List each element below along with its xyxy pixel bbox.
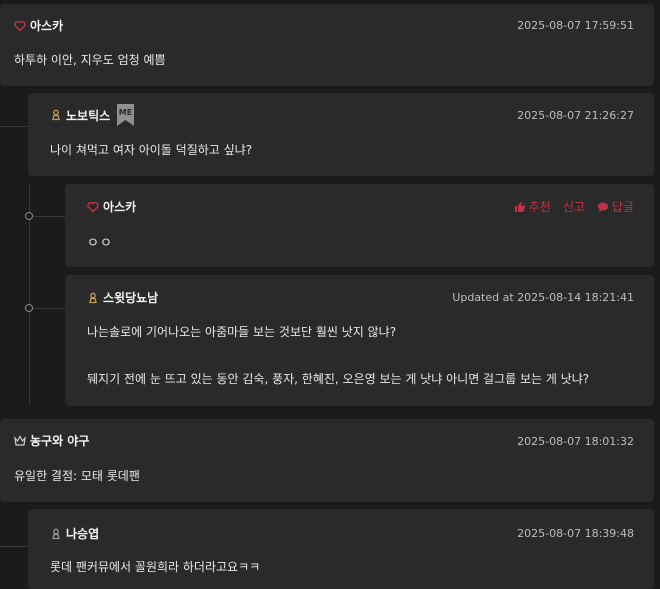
thread-node [25,304,33,312]
comment-date: Updated at 2025-08-14 18:21:41 [452,291,634,304]
author-name: 스윗당뇨남 [103,291,159,305]
heart-icon [87,201,99,212]
comment-author[interactable]: 스윗당뇨남 [87,289,158,306]
comment-card: 아스카 추천 신고 답글 ㅇㅇ [65,184,654,267]
pawn-icon [52,528,60,539]
thread-node [25,212,33,220]
me-badge-icon: ME [117,104,135,126]
author-name: 농구와 야구 [30,434,90,448]
crown-icon [14,434,26,446]
pawn-icon [52,109,60,121]
comment-text: 하투하 이안, 지우도 엄청 예쁨 [14,53,166,67]
comment-actions: 추천 신고 답글 [514,198,634,215]
comment-card: 노보틱스 ME 2025-08-07 21:26:27 나이 쳐먹고 여자 아이… [28,93,654,176]
report-button[interactable]: 신고 [563,198,585,215]
comment-text: 나이 쳐먹고 여자 아이돌 덕질하고 싶냐? [50,143,253,157]
author-name: 아스카 [30,19,64,33]
comment-text: 유일한 결점: 모태 롯데팬 [14,469,140,483]
report-label: 신고 [562,200,585,214]
heart-icon [14,20,26,31]
comment-author[interactable]: 나승엽 [50,525,99,542]
comment-card: 아스카 2025-08-07 17:59:51 하투하 이안, 지우도 엄청 예… [0,4,654,86]
comment-text: ㅇㅇ [87,236,113,251]
recommend-label: 추천 [528,200,551,214]
comment-date: 2025-08-07 17:59:51 [517,19,634,32]
comment-text: 뒈지기 전에 눈 뜨고 있는 동안 김숙, 풍자, 한혜진, 오은영 보는 게 … [87,372,590,386]
author-name: 노보틱스 [66,108,111,123]
author-name: 나승엽 [66,527,100,541]
thread-line [0,126,28,127]
speech-bubble-icon [597,202,608,212]
comment-text: 롯데 팬커뮤에서 꼴원희라 하더라고요ㅋㅋ [50,560,261,574]
comment-card: 스윗당뇨남 Updated at 2025-08-14 18:21:41 나는솔… [65,275,654,406]
comment-author[interactable]: 아스카 [87,198,136,215]
comment-card: 나승엽 2025-08-07 18:39:48 롯데 팬커뮤에서 꼴원희라 하더… [28,509,654,589]
comment-date: 2025-08-07 21:26:27 [517,109,634,122]
comment-date: 2025-08-07 18:01:32 [517,435,634,448]
thread-line [33,216,65,217]
svg-text:ME: ME [119,108,132,117]
reply-button[interactable]: 답글 [597,198,634,215]
pawn-icon [89,292,97,303]
comment-author[interactable]: 아스카 [14,17,63,34]
author-name: 아스카 [103,200,137,214]
comment-author[interactable]: 농구와 야구 [14,432,89,449]
thread-line [33,308,65,309]
recommend-button[interactable]: 추천 [514,198,551,215]
reply-label: 답글 [611,200,634,214]
thread-line [0,546,28,547]
comment-text: 나는솔로에 기어나오는 아줌마들 보는 것보단 훨씬 낫지 않냐? [87,325,397,339]
thumbs-up-icon [514,201,525,212]
comment-date: 2025-08-07 18:39:48 [517,527,634,540]
comment-author[interactable]: 노보틱스 ME [50,104,135,126]
comment-card: 농구와 야구 2025-08-07 18:01:32 유일한 결점: 모태 롯데… [0,419,654,502]
